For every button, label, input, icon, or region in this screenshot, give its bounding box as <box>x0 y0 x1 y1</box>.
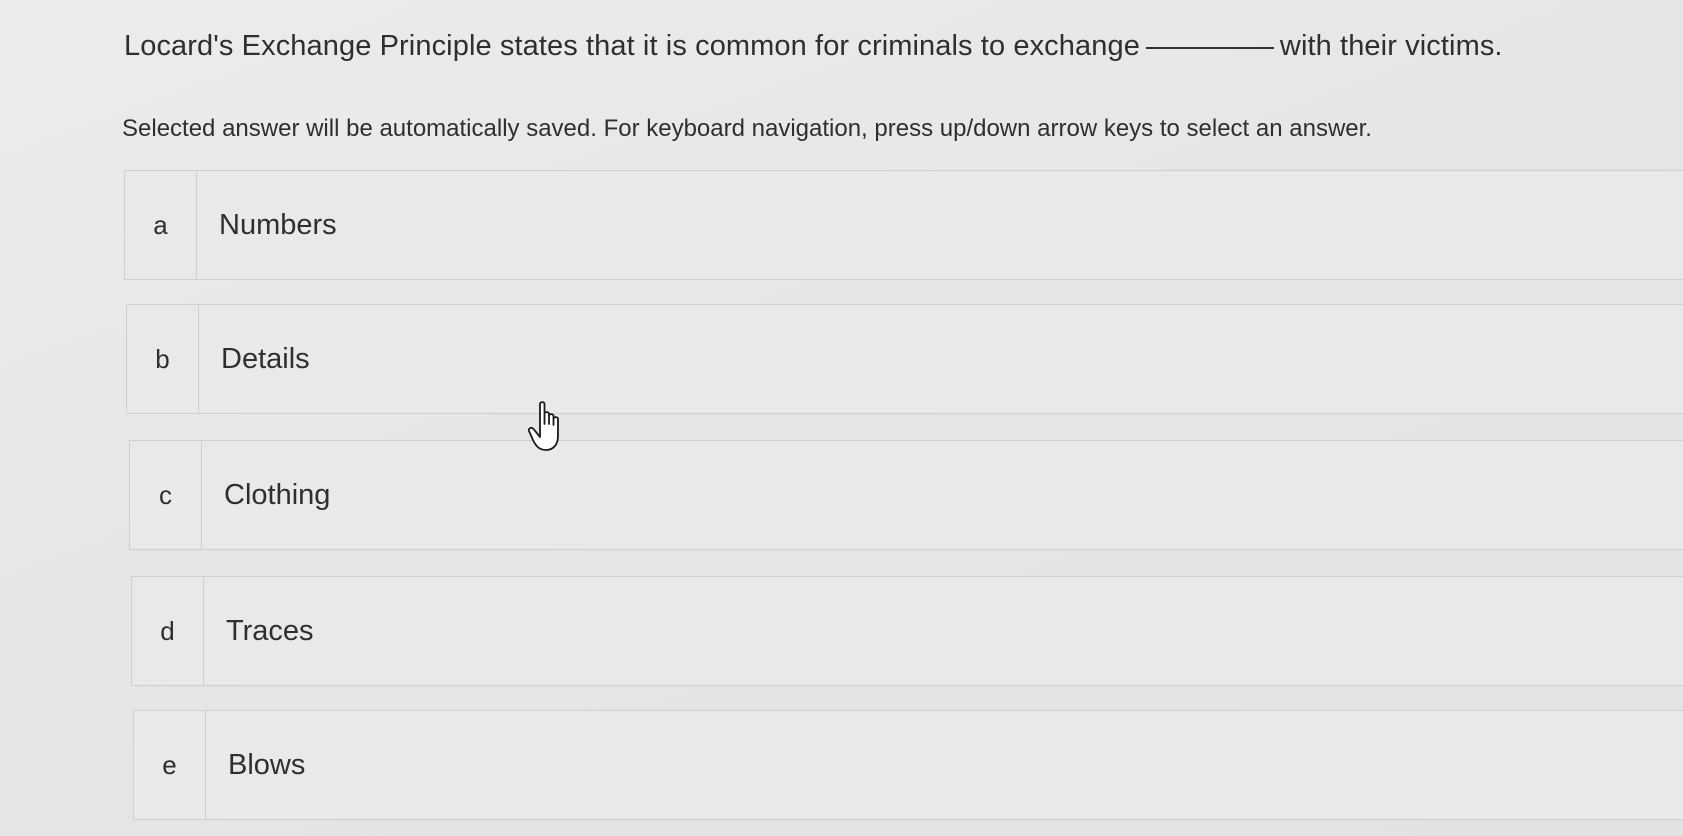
answer-option-a[interactable]: a Numbers <box>124 170 1683 280</box>
option-label: Numbers <box>219 208 337 241</box>
option-label: Clothing <box>224 478 331 511</box>
option-label: Details <box>221 342 310 375</box>
option-letter: a <box>125 171 197 279</box>
option-label: Traces <box>226 614 314 647</box>
option-letter: e <box>134 711 206 819</box>
hand-pointer-icon <box>527 400 572 456</box>
answer-option-b[interactable]: b Details <box>126 304 1683 414</box>
option-letter: c <box>130 441 202 549</box>
answer-option-c[interactable]: c Clothing <box>129 440 1683 550</box>
option-letter: b <box>127 305 199 413</box>
option-letter: d <box>132 577 204 685</box>
answer-option-e[interactable]: e Blows <box>133 710 1683 820</box>
answer-option-d[interactable]: d Traces <box>131 576 1683 686</box>
option-label: Blows <box>228 748 306 781</box>
answer-options-list: a Numbers b Details c Clothing d Traces … <box>0 0 1683 836</box>
